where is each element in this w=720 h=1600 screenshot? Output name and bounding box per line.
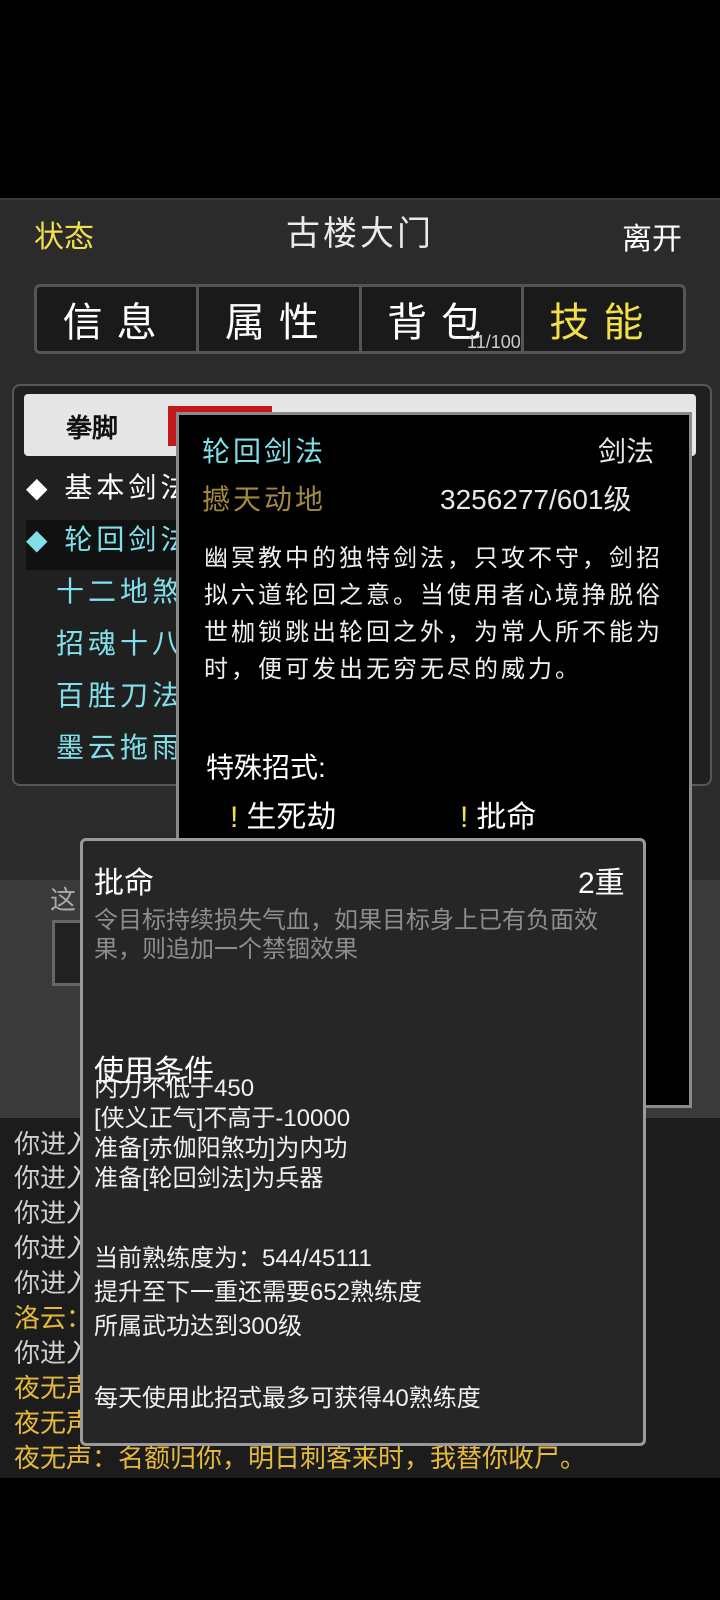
progress-line: 提升至下一重还需要652熟练度 [94, 1279, 423, 1306]
bag-count: 11/100 [467, 332, 521, 352]
tab-bag[interactable]: 背包 11/100 [362, 287, 524, 352]
condition-line: 准备[轮回剑法]为兵器 [94, 1165, 324, 1192]
skill-tier: 撼天动地 [202, 483, 327, 516]
skill-type: 剑法 [598, 435, 655, 468]
move-name: 批命 [94, 867, 154, 900]
move-rank: 2重 [578, 867, 625, 900]
special-move[interactable]: ! 批命 [460, 792, 536, 836]
alert-icon: ! [460, 801, 469, 834]
skill-item[interactable]: 招魂十八 [56, 622, 184, 662]
move-effect: 令目标持续损失气血，如果目标身上已有负面效果，则追加一个禁锢效果 [94, 907, 598, 963]
special-moves-heading: 特殊招式: [206, 752, 326, 783]
skill-item[interactable]: 十二地煞 [56, 570, 184, 610]
location-title: 古楼大门 [286, 214, 434, 254]
tab-attributes[interactable]: 属性 [199, 287, 362, 351]
filter-fist[interactable]: 拳脚 [66, 408, 118, 445]
skill-level: 3256277/601级 [440, 484, 632, 515]
skill-name: 轮回剑法 [202, 435, 327, 468]
action-strip-text: 这 [50, 885, 77, 915]
alert-icon: ! [230, 801, 239, 834]
tab-bar: 信息 属性 背包 11/100 技能 [34, 284, 686, 354]
leave-button[interactable]: 离开 [622, 214, 682, 258]
progress-line: 当前熟练度为：544/45111 [94, 1245, 372, 1272]
skill-item[interactable]: 墨云拖雨 [56, 726, 184, 766]
skill-item[interactable]: ◆ 轮回剑法 [26, 518, 192, 558]
special-move-label: 批命 [476, 801, 537, 834]
progress-line: 所属武功达到300级 [94, 1313, 303, 1340]
skill-description: 幽冥教中的独特剑法，只攻不守，剑招拟六道轮回之意。当使用者心境挣脱俗世枷锁跳出轮… [204, 544, 663, 683]
skill-item[interactable]: 百胜刀法 [56, 674, 184, 714]
tab-skills[interactable]: 技能 [524, 287, 683, 351]
special-move[interactable]: ! 生死劫 [230, 792, 336, 836]
daily-cap-line: 每天使用此招式最多可获得40熟练度 [94, 1385, 481, 1412]
special-move-label: 生死劫 [246, 801, 337, 834]
tab-info[interactable]: 信息 [37, 287, 200, 351]
skill-item[interactable]: ◆ 基本剑法 [26, 466, 192, 506]
